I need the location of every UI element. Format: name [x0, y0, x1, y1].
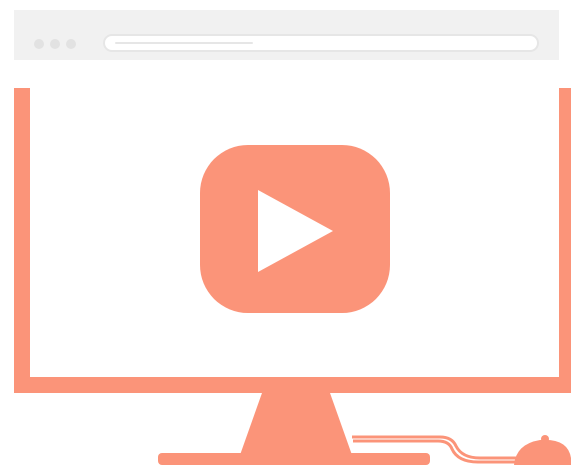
play-button[interactable] [200, 145, 390, 313]
address-bar-input[interactable] [104, 33, 538, 51]
mouse-device [514, 435, 571, 465]
monitor-base [158, 453, 430, 465]
monitor-stand [240, 393, 352, 455]
maximize-window-icon[interactable] [65, 38, 77, 50]
minimize-window-icon[interactable] [49, 38, 61, 50]
close-window-icon[interactable] [33, 38, 45, 50]
monitor-illustration [0, 0, 571, 465]
